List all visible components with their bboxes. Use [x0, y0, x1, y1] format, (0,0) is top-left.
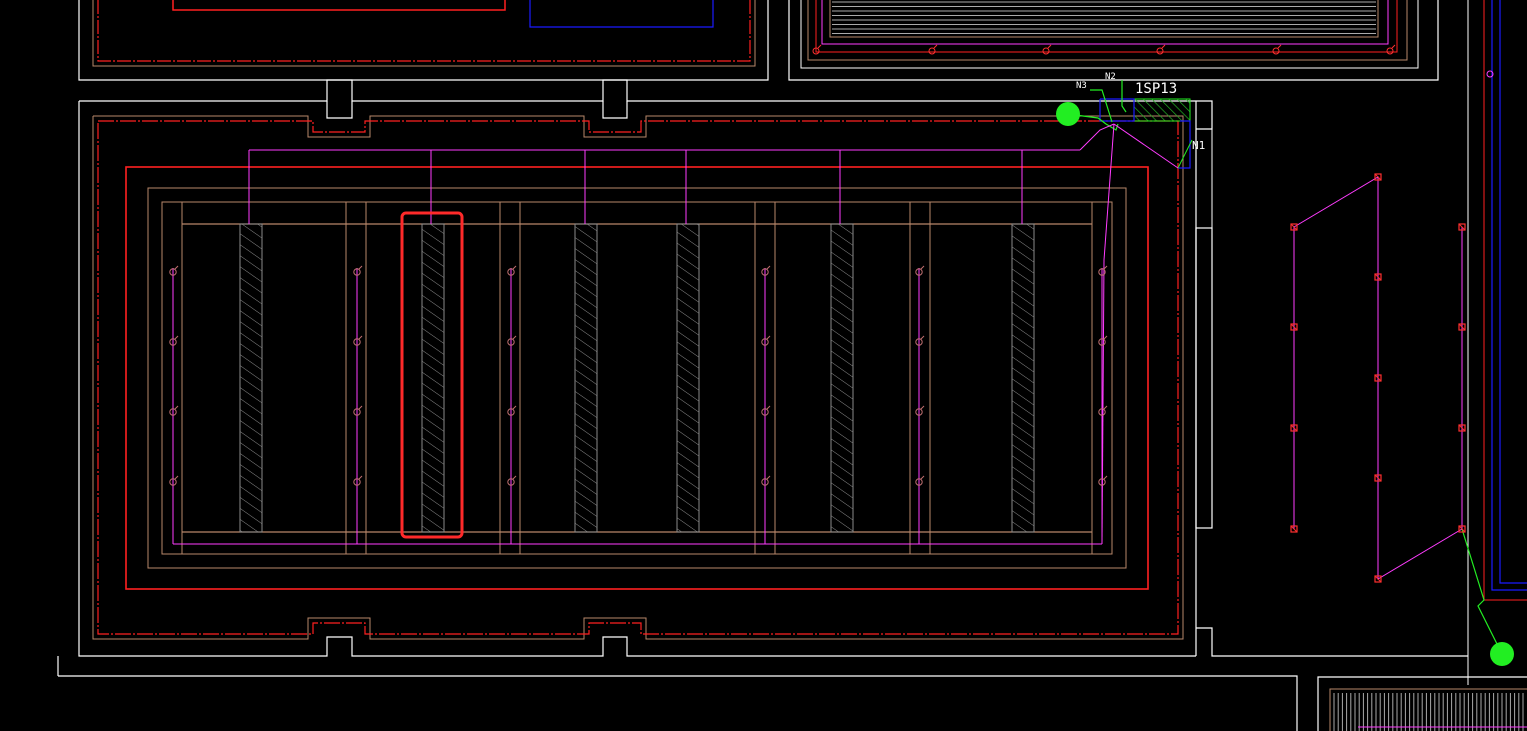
socket-symbol[interactable]: [1386, 47, 1394, 55]
room-bottom-right[interactable]: [1317, 676, 1527, 731]
hatched-strip[interactable]: [239, 223, 263, 533]
panel-label: 1SP13: [1135, 81, 1177, 97]
hatched-strip[interactable]: [676, 223, 700, 533]
hatched-strip[interactable]: [421, 223, 445, 533]
hatched-strip[interactable]: [830, 223, 854, 533]
corridor-wall[interactable]: [1195, 100, 1468, 657]
green-node-marker[interactable]: [1056, 102, 1080, 126]
green-node-marker-2[interactable]: [1490, 642, 1514, 666]
hatched-strip[interactable]: [574, 223, 598, 533]
room-right-blue-zone[interactable]: [1467, 0, 1527, 685]
socket-symbol[interactable]: [1272, 47, 1280, 55]
socket-symbol[interactable]: [1156, 47, 1164, 55]
node-label-n1: N1: [1192, 139, 1205, 152]
main-room[interactable]: [57, 79, 1298, 731]
room-top-left[interactable]: [78, 0, 769, 81]
cad-drawing-canvas[interactable]: 1SP13 N1 N2 N3: [0, 0, 1527, 731]
hatched-strip[interactable]: [1011, 223, 1035, 533]
node-label-n3: N3: [1076, 81, 1087, 91]
socket-symbol[interactable]: [1042, 47, 1050, 55]
room-top-middle[interactable]: [788, 0, 1439, 81]
right-circuit[interactable]: [1290, 173, 1503, 655]
node-label-n2: N2: [1105, 72, 1116, 82]
socket-symbol[interactable]: [928, 47, 936, 55]
